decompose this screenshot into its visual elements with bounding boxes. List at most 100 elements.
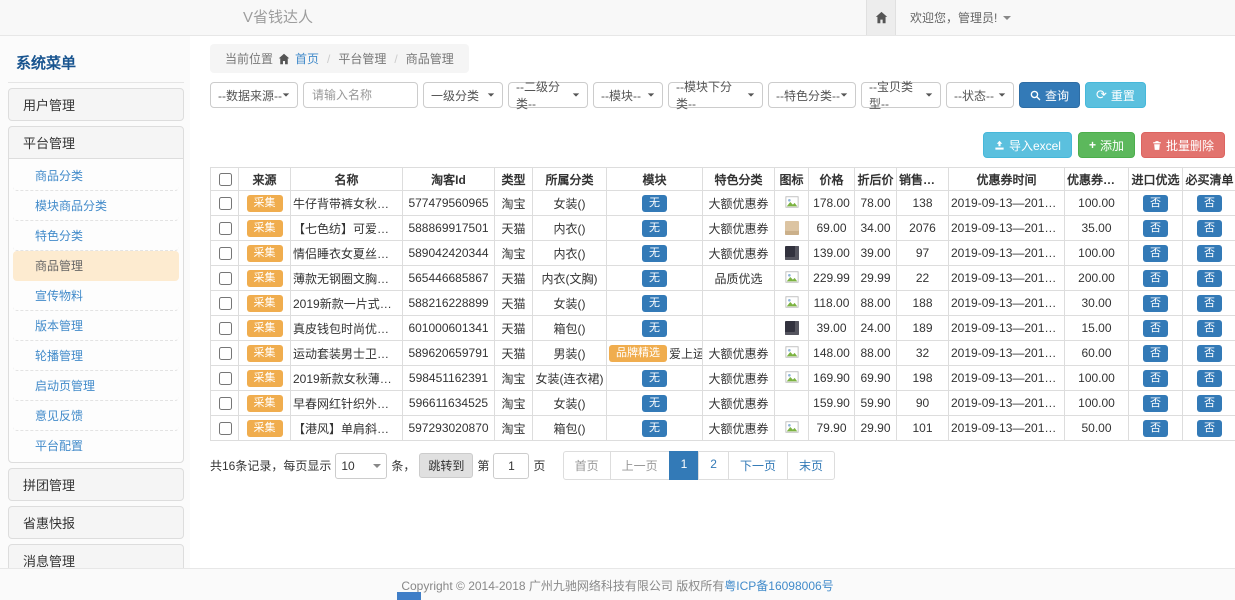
filter-select-特色分类[interactable]: --特色分类-- (768, 82, 856, 108)
batch-delete-button[interactable]: 批量删除 (1141, 132, 1225, 158)
search-button[interactable]: 查询 (1019, 82, 1080, 108)
sidebar-item-意见反馈[interactable]: 意见反馈 (13, 401, 179, 431)
must-buy-toggle[interactable]: 否 (1197, 245, 1222, 262)
reset-button[interactable]: ⟳ 重置 (1085, 82, 1146, 108)
import-select-toggle[interactable]: 否 (1143, 245, 1168, 262)
sidebar-item-版本管理[interactable]: 版本管理 (13, 311, 179, 341)
row-checkbox[interactable] (219, 197, 232, 210)
user-menu[interactable]: 欢迎您，管理员! (896, 0, 1025, 35)
import-select-toggle[interactable]: 否 (1143, 395, 1168, 412)
breadcrumb-home-link[interactable]: 首页 (295, 50, 319, 67)
module-none-badge[interactable]: 无 (642, 245, 667, 262)
import-select-cell: 否 (1129, 316, 1183, 341)
row-checkbox[interactable] (219, 297, 232, 310)
import-select-toggle[interactable]: 否 (1143, 320, 1168, 337)
module-none-badge[interactable]: 无 (642, 270, 667, 287)
module-badge[interactable]: 品牌精选 (609, 345, 667, 362)
must-buy-cell: 否 (1183, 191, 1235, 216)
sidebar-item-模块商品分类[interactable]: 模块商品分类 (13, 191, 179, 221)
icp-link[interactable]: 粤ICP备16098006号 (724, 577, 833, 594)
feature-cell (703, 291, 775, 316)
price-cell: 139.00 (809, 241, 855, 266)
records-summary-text: 共16条记录，每页显示 (210, 457, 331, 474)
broken-image-icon (785, 420, 799, 434)
sidebar-section-header-消息管理[interactable]: 消息管理 (9, 545, 183, 569)
import-select-toggle[interactable]: 否 (1143, 420, 1168, 437)
sidebar-item-轮播管理[interactable]: 轮播管理 (13, 341, 179, 371)
module-cell: 品牌精选爱上运动 (607, 341, 703, 366)
per-page-select[interactable]: 10 (335, 453, 387, 479)
page-button-下一页[interactable]: 下一页 (728, 451, 788, 480)
filter-select-模块[interactable]: --模块-- (593, 82, 663, 108)
feature-cell: 大额优惠券 (703, 241, 775, 266)
source-badge: 采集 (247, 195, 283, 212)
sidebar-item-商品管理[interactable]: 商品管理 (13, 251, 179, 281)
module-none-badge[interactable]: 无 (642, 295, 667, 312)
row-checkbox[interactable] (219, 272, 232, 285)
coupon-amount-cell: 60.00 (1065, 341, 1129, 366)
jump-page-input[interactable] (493, 453, 529, 479)
sidebar-section-header-平台管理[interactable]: 平台管理 (9, 127, 183, 158)
filter-select-模块下分类[interactable]: --模块下分类-- (668, 82, 763, 108)
sidebar-title: 系统菜单 (8, 42, 184, 83)
sidebar-section-header-省惠快报[interactable]: 省惠快报 (9, 507, 183, 538)
import-excel-button[interactable]: 导入excel (983, 132, 1072, 158)
home-button[interactable] (866, 0, 896, 35)
breadcrumb-item-current: 商品管理 (406, 50, 454, 67)
price-cell: 159.90 (809, 391, 855, 416)
row-checkbox[interactable] (219, 397, 232, 410)
select-all-checkbox[interactable] (219, 173, 232, 186)
must-buy-toggle[interactable]: 否 (1197, 345, 1222, 362)
must-buy-toggle[interactable]: 否 (1197, 195, 1222, 212)
import-select-toggle[interactable]: 否 (1143, 220, 1168, 237)
module-none-badge[interactable]: 无 (642, 370, 667, 387)
filter-select-二级分类[interactable]: --二级分类-- (508, 82, 588, 108)
sidebar-item-宣传物料[interactable]: 宣传物料 (13, 281, 179, 311)
module-none-badge[interactable]: 无 (642, 220, 667, 237)
sidebar-item-商品分类[interactable]: 商品分类 (13, 161, 179, 191)
module-none-badge[interactable]: 无 (642, 420, 667, 437)
row-checkbox[interactable] (219, 422, 232, 435)
must-buy-toggle[interactable]: 否 (1197, 295, 1222, 312)
row-checkbox[interactable] (219, 347, 232, 360)
filter-select-状态[interactable]: --状态-- (946, 82, 1014, 108)
sidebar-item-特色分类[interactable]: 特色分类 (13, 221, 179, 251)
breadcrumb-separator: / (391, 52, 400, 66)
import-icon (994, 140, 1005, 151)
filter-select-宝贝类型[interactable]: --宝贝类型-- (861, 82, 941, 108)
sidebar-item-平台配置[interactable]: 平台配置 (13, 431, 179, 460)
must-buy-toggle[interactable]: 否 (1197, 395, 1222, 412)
import-select-toggle[interactable]: 否 (1143, 345, 1168, 362)
module-none-badge[interactable]: 无 (642, 195, 667, 212)
import-select-toggle[interactable]: 否 (1143, 295, 1168, 312)
coupon-time-cell: 2019-09-13—2019-09-20 (949, 316, 1065, 341)
import-select-toggle[interactable]: 否 (1143, 270, 1168, 287)
module-none-badge[interactable]: 无 (642, 395, 667, 412)
page-button-2[interactable]: 2 (698, 451, 729, 480)
must-buy-toggle[interactable]: 否 (1197, 320, 1222, 337)
row-checkbox[interactable] (219, 222, 232, 235)
row-checkbox[interactable] (219, 322, 232, 335)
jump-button[interactable]: 跳转到 (419, 453, 473, 478)
page-button-末页[interactable]: 末页 (787, 451, 835, 480)
must-buy-toggle[interactable]: 否 (1197, 370, 1222, 387)
name-search-input[interactable] (303, 82, 418, 108)
add-button[interactable]: + 添加 (1078, 132, 1135, 158)
must-buy-toggle[interactable]: 否 (1197, 420, 1222, 437)
row-checkbox[interactable] (219, 247, 232, 260)
sidebar-section-header-拼团管理[interactable]: 拼团管理 (9, 469, 183, 500)
row-checkbox[interactable] (219, 372, 232, 385)
import-select-toggle[interactable]: 否 (1143, 370, 1168, 387)
filter-select-数据来源[interactable]: --数据来源-- (210, 82, 298, 108)
product-thumbnail (785, 221, 799, 235)
sidebar-section: 平台管理商品分类模块商品分类特色分类商品管理宣传物料版本管理轮播管理启动页管理意… (8, 126, 184, 463)
module-none-badge[interactable]: 无 (642, 320, 667, 337)
sidebar-section-header-用户管理[interactable]: 用户管理 (9, 89, 183, 120)
must-buy-cell: 否 (1183, 341, 1235, 366)
sidebar-item-启动页管理[interactable]: 启动页管理 (13, 371, 179, 401)
filter-select-一级分类[interactable]: 一级分类 (423, 82, 503, 108)
import-select-toggle[interactable]: 否 (1143, 195, 1168, 212)
must-buy-toggle[interactable]: 否 (1197, 220, 1222, 237)
must-buy-toggle[interactable]: 否 (1197, 270, 1222, 287)
page-button-1[interactable]: 1 (669, 451, 700, 480)
